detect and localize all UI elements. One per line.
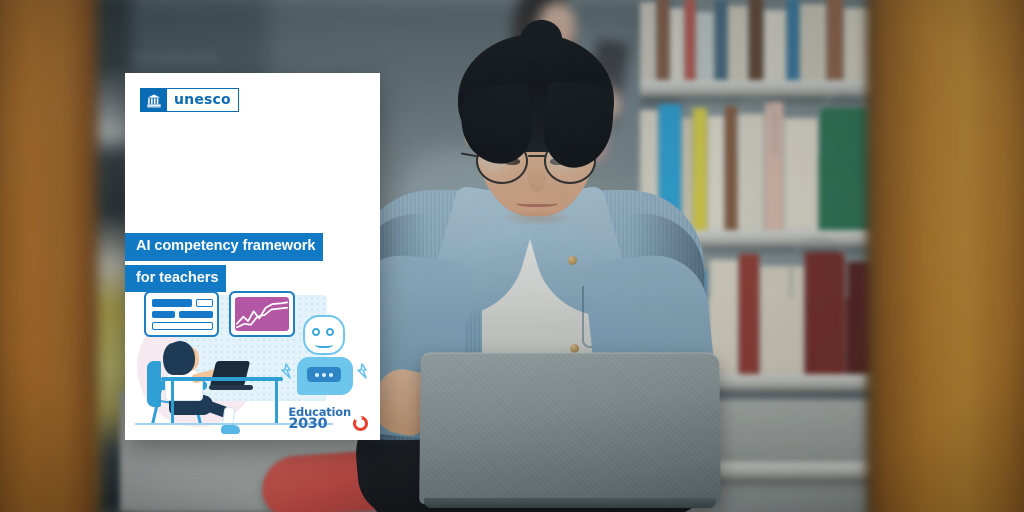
teacher-hair-front	[163, 343, 183, 375]
education-2030-text: Education 2030	[288, 406, 351, 433]
screenshot-canvas: unesco AI competency framework for teach…	[0, 0, 1024, 512]
spark-icon	[355, 363, 369, 379]
laptop-edge	[424, 498, 716, 508]
illustration-laptop-base	[209, 385, 253, 390]
unesco-logo: unesco	[140, 88, 239, 112]
robot-eye-left	[312, 328, 320, 336]
education-2030-logo: Education 2030	[288, 406, 368, 433]
student-subject	[330, 0, 730, 512]
desk-leg	[275, 381, 278, 423]
desk-leg	[171, 381, 174, 423]
chin-shadow	[498, 210, 576, 226]
robot-speech-bubble-icon	[307, 367, 341, 382]
chart-plot-area	[235, 297, 289, 331]
hair-tuft	[517, 16, 565, 62]
robot-eye-right	[326, 328, 334, 336]
left-post-highlight	[54, 0, 70, 512]
mouth	[516, 198, 558, 207]
cover-title-line-1: AI competency framework	[125, 233, 324, 261]
education-2030-line-2: 2030	[288, 416, 328, 433]
wooden-post-left	[0, 0, 98, 512]
line-chart-screen-icon	[229, 291, 295, 337]
unesco-temple-icon	[141, 89, 167, 111]
robot-head	[303, 315, 345, 355]
illustration-laptop-icon	[209, 361, 251, 387]
laptop-lid	[419, 352, 721, 505]
wooden-post-right	[868, 0, 1024, 512]
desk-top	[161, 377, 283, 381]
unesco-wordmark: unesco	[174, 91, 231, 108]
sdg-ring-icon	[353, 416, 368, 431]
robot-smile	[315, 340, 333, 348]
dashboard-screen-icon	[144, 291, 219, 337]
student-head	[458, 16, 617, 226]
shirt-button	[568, 256, 577, 265]
laptop	[419, 352, 721, 512]
ai-chatbot-robot-icon	[281, 315, 367, 403]
spark-icon	[279, 363, 293, 379]
teacher-shoe	[221, 425, 240, 434]
unesco-publication-cover: unesco AI competency framework for teach…	[125, 73, 380, 440]
